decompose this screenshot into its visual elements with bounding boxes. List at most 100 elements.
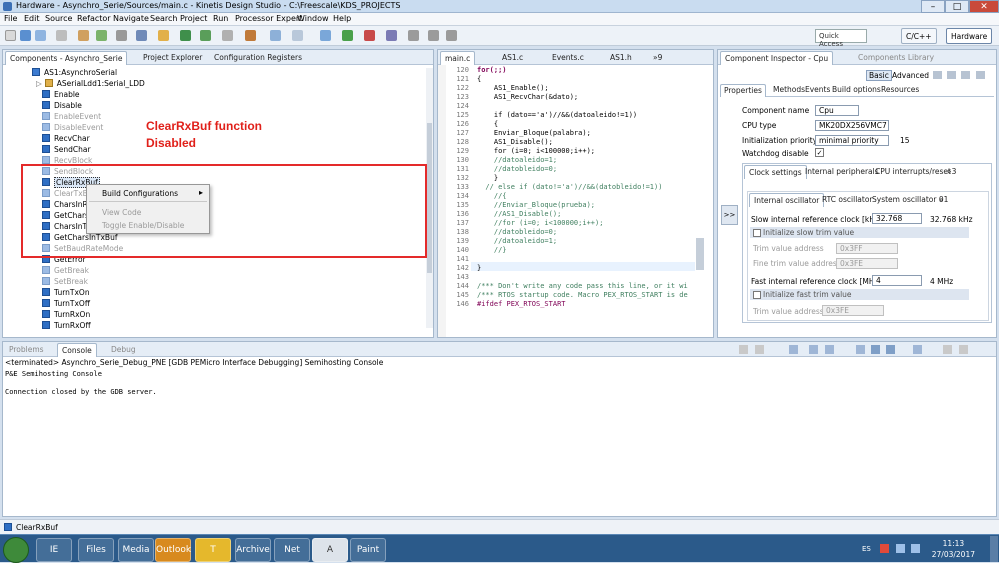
method-turntxoff[interactable]: TurnTxOff [42,298,90,309]
cpu-type-select[interactable]: MK20DX256VMC7 [815,120,889,131]
fast-clock-field[interactable]: 4 [872,275,922,286]
tab-settings-overflow[interactable]: »3 [943,165,960,179]
method-turntxon[interactable]: TurnTxOn [42,287,90,298]
show-desktop-button[interactable] [990,536,998,562]
forward-icon[interactable] [446,30,457,41]
init-fast-trim-row[interactable]: Initialize fast trim value [750,289,969,300]
perspective-hardware-button[interactable]: Hardware [946,28,993,44]
back-icon[interactable] [428,30,439,41]
menu-processor-expert[interactable]: Processor Expert [235,14,302,23]
show-console-error-icon[interactable] [886,345,895,354]
advanced-mode-button[interactable]: Advanced [892,71,929,80]
taskbar-outlook-icon[interactable]: Outlook [155,538,191,562]
search-icon[interactable] [245,30,256,41]
ctx-view-code[interactable]: View Code [102,208,141,217]
subtab-build-options[interactable]: Build options [829,84,884,98]
close-button[interactable]: ✕ [969,0,999,13]
menu-file[interactable]: File [4,14,17,23]
run-dropdown-icon[interactable] [342,30,353,41]
word-wrap-icon[interactable] [825,345,834,354]
show-console-icon[interactable] [871,345,880,354]
subtab-resources[interactable]: Resources [878,84,922,98]
tree-node-aserialldd1[interactable]: ▷ ASerialLdd1:Serial_LDD [36,78,145,89]
terminate-icon[interactable] [739,345,748,354]
run-config-icon[interactable] [96,30,107,41]
tab-debug[interactable]: Debug [107,343,140,357]
debug-dropdown-icon[interactable] [320,30,331,41]
minimize-view-icon[interactable] [943,345,952,354]
lock-icon[interactable] [933,71,942,79]
tab-as1-h[interactable]: AS1.h [606,51,636,65]
language-indicator[interactable]: ES [862,545,871,553]
subtab-properties[interactable]: Properties [720,84,766,97]
open-type-icon[interactable] [270,30,281,41]
method-turnrxoff[interactable]: TurnRxOff [42,320,91,331]
start-button[interactable] [3,537,29,563]
basic-mode-button[interactable]: Basic [866,70,892,81]
taskbar-a-icon[interactable]: A [312,538,348,562]
menu-project[interactable]: Project [180,14,207,23]
fine-trim-field[interactable]: 0x3FE [836,258,898,269]
taskbar-media-icon[interactable]: Media [118,538,154,562]
ctx-toggle-enable-disable[interactable]: Toggle Enable/Disable [102,221,184,230]
method-enableevent[interactable]: EnableEvent [42,111,101,122]
method-getbreak[interactable]: GetBreak [42,265,89,276]
method-sendchar[interactable]: SendChar [42,144,91,155]
watchdog-checkbox[interactable]: ✓ [815,148,824,157]
menu-refactor[interactable]: Refactor [77,14,111,23]
save-all-icon[interactable] [35,30,46,41]
pin-console-icon[interactable] [856,345,865,354]
init-priority-select[interactable]: minimal priority [815,135,889,146]
tree-scrollbar-thumb[interactable] [427,123,432,273]
method-disableevent[interactable]: DisableEvent [42,122,103,133]
tab-project-explorer[interactable]: Project Explorer [139,51,206,65]
remove-launch-icon[interactable] [755,345,764,354]
debug-icon[interactable] [180,30,191,41]
clock[interactable]: 11:13 27/03/2017 [932,538,975,560]
taskbar-explorer-icon[interactable]: Files [78,538,114,562]
method-enable[interactable]: Enable [42,89,80,100]
tab-components[interactable]: Components - Asynchro_Serie [5,51,128,65]
build-icon[interactable] [78,30,89,41]
tab-internal-oscillator[interactable]: Internal oscillator [749,193,825,207]
menu-edit[interactable]: Edit [24,14,40,23]
scroll-lock-icon[interactable] [809,345,818,354]
init-slow-trim-row[interactable]: Initialize slow trim value [750,227,969,238]
perspective-icon[interactable] [386,30,397,41]
stop-icon[interactable] [364,30,375,41]
method-recvchar[interactable]: RecvChar [42,133,90,144]
maximize-view-icon[interactable] [959,345,968,354]
forward-icon[interactable] [961,71,970,79]
menu-icon[interactable] [976,71,985,79]
tab-as1-c[interactable]: AS1.c [498,51,527,65]
tab-overflow[interactable]: »9 [649,51,666,65]
taskbar-archive-icon[interactable]: Archive [235,538,271,562]
slow-clock-field[interactable]: 32.768 [872,213,922,224]
menu-window[interactable]: Window [297,14,329,23]
tab-configuration-registers[interactable]: Configuration Registers [210,51,306,65]
folder-icon[interactable] [158,30,169,41]
maximize-button[interactable]: □ [945,0,969,13]
menu-search[interactable]: Search [150,14,177,23]
back-icon[interactable] [947,71,956,79]
annotation-icon[interactable] [292,30,303,41]
component-name-field[interactable]: Cpu [815,105,859,116]
new-icon[interactable] [5,30,16,41]
menu-run[interactable]: Run [213,14,228,23]
prev-edit-icon[interactable] [408,30,419,41]
open-console-icon[interactable] [913,345,922,354]
volume-icon[interactable] [911,544,920,553]
generate-code-icon[interactable] [136,30,147,41]
init-fast-trim-checkbox[interactable] [753,291,761,299]
print-icon[interactable] [56,30,67,41]
tab-clock-settings[interactable]: Clock settings [744,165,807,179]
method-turnrxon[interactable]: TurnRxOn [42,309,90,320]
flag-icon[interactable] [880,544,889,553]
clean-icon[interactable] [116,30,127,41]
taskbar-ie-icon[interactable]: IE [36,538,72,562]
tab-events-c[interactable]: Events.c [548,51,588,65]
taskbar-t-icon[interactable]: T [195,538,231,562]
ctx-build-configurations[interactable]: Build Configurations [102,189,178,198]
tree-node-as1[interactable]: AS1:AsynchroSerial [32,67,117,78]
save-icon[interactable] [20,30,31,41]
